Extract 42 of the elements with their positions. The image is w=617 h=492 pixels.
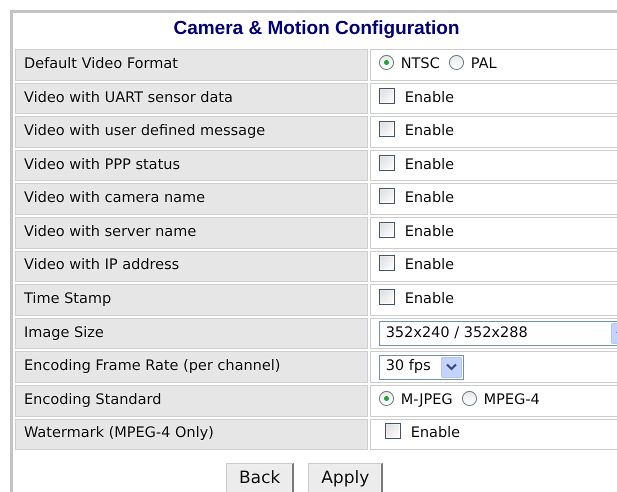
radio-button[interactable] <box>448 54 464 70</box>
checkbox[interactable] <box>378 154 395 171</box>
checkbox-label: Enable <box>404 156 454 173</box>
checkbox[interactable] <box>384 423 401 440</box>
setting-label: Video with server name <box>15 216 368 249</box>
option-label: M-JPEG <box>400 392 453 408</box>
setting-label: Video with PPP status <box>15 150 368 182</box>
setting-label: Watermark (MPEG-4 Only) <box>15 418 368 450</box>
checkbox[interactable] <box>378 88 395 104</box>
checkbox[interactable] <box>378 289 395 306</box>
checkbox[interactable] <box>378 188 395 204</box>
option-label: NTSC <box>400 56 440 72</box>
checkbox[interactable] <box>378 255 395 272</box>
dropdown[interactable]: 352x240 / 352x288 <box>378 321 617 346</box>
checkbox[interactable] <box>378 121 395 138</box>
checkbox-label: Enable <box>404 90 454 106</box>
radio-button[interactable] <box>378 54 394 70</box>
dropdown[interactable]: 30 fps <box>378 354 464 380</box>
radio-button[interactable] <box>462 390 477 406</box>
setting-label: Time Stamp <box>15 284 368 316</box>
setting-label: Video with camera name <box>15 183 368 215</box>
setting-label: Video with IP address <box>15 250 368 282</box>
setting-label: Video with user defined message <box>15 116 368 148</box>
checkbox-label: Enable <box>404 224 454 240</box>
form-button[interactable]: Apply <box>308 463 384 492</box>
option-label: PAL <box>470 56 497 72</box>
checkbox-label: Enable <box>404 190 454 206</box>
checkbox-label: Enable <box>410 425 460 442</box>
checkbox-label: Enable <box>404 291 454 308</box>
setting-label: Image Size <box>15 318 368 350</box>
checkbox-label: Enable <box>404 123 454 140</box>
setting-label: Default Video Format <box>15 49 368 81</box>
checkbox-label: Enable <box>404 257 454 274</box>
chevron-down-icon <box>440 356 462 378</box>
form-button[interactable]: Back <box>226 463 294 492</box>
setting-label: Video with UART sensor data <box>15 82 368 114</box>
setting-label: Encoding Standard <box>15 384 368 417</box>
option-label: MPEG-4 <box>484 392 540 408</box>
panel-title: Camera & Motion Configuration <box>172 17 461 41</box>
checkbox[interactable] <box>378 222 395 238</box>
radio-button[interactable] <box>378 390 394 406</box>
setting-label: Encoding Frame Rate (per channel) <box>15 351 368 383</box>
